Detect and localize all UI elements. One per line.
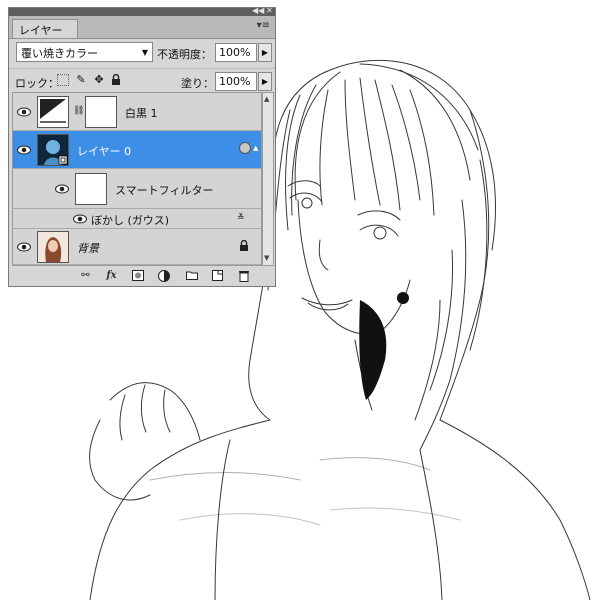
lock-transparency-icon[interactable] xyxy=(57,74,69,86)
layers-scrollbar[interactable]: ▲ ▼ xyxy=(262,92,274,266)
folder-icon[interactable] xyxy=(185,270,198,282)
collapse-icon[interactable]: ◀◀ xyxy=(252,6,264,16)
trash-icon[interactable] xyxy=(237,270,250,282)
layers-list: ⛓ 白黒 1 レイヤー 0 ▲ スマートフィルター ぼかし (ガウス) ≚ 背景 xyxy=(12,92,262,266)
layers-panel: ◀◀ ✕ レイヤー ▾≡ 覆い焼きカラー ▼ 不透明度： 100% ▶ ロック：… xyxy=(8,6,276,287)
opacity-input[interactable]: 100% xyxy=(215,43,257,62)
layers-toolbar: ⚯ fx xyxy=(9,266,275,286)
lock-all-icon[interactable] xyxy=(110,73,122,86)
filter-row-gaussian-blur[interactable]: ぼかし (ガウス) ≚ xyxy=(13,209,261,229)
filter-name: ぼかし (ガウス) xyxy=(91,214,170,227)
scroll-down-icon[interactable]: ▼ xyxy=(264,254,269,262)
scroll-up-icon[interactable]: ▲ xyxy=(264,95,269,103)
fill-slider-button[interactable]: ▶ xyxy=(258,72,272,91)
blend-row: 覆い焼きカラー ▼ 不透明度： 100% ▶ xyxy=(9,39,275,67)
layer-name: レイヤー 0 xyxy=(77,145,132,158)
tab-layers[interactable]: レイヤー xyxy=(12,19,78,38)
smart-filter-badge-icon[interactable] xyxy=(239,142,251,154)
lock-label: ロック： xyxy=(15,77,59,90)
fill-input[interactable]: 100% xyxy=(215,72,257,91)
mask-thumbnail[interactable] xyxy=(85,96,117,128)
eye-icon[interactable] xyxy=(55,184,69,194)
eye-icon[interactable] xyxy=(17,242,31,252)
lock-icon xyxy=(239,239,249,254)
panel-menu-icon[interactable]: ▾≡ xyxy=(257,20,270,31)
chain-link-icon[interactable]: ⛓ xyxy=(73,106,84,116)
smart-filters-row[interactable]: スマートフィルター xyxy=(13,169,261,209)
smart-object-thumbnail xyxy=(37,134,69,166)
blend-mode-select[interactable]: 覆い焼きカラー ▼ xyxy=(16,42,153,62)
adjustment-icon[interactable] xyxy=(157,270,170,282)
lock-pixels-icon[interactable]: ✎ xyxy=(75,74,87,86)
blending-options-icon[interactable]: ≚ xyxy=(237,213,245,223)
background-thumbnail xyxy=(37,231,69,263)
fill-label: 塗り： xyxy=(181,77,214,90)
opacity-value: 100% xyxy=(219,46,251,59)
opacity-label: 不透明度： xyxy=(157,48,212,61)
eye-icon[interactable] xyxy=(17,145,31,155)
layer-name: スマートフィルター xyxy=(115,184,214,197)
layer-name: 背景 xyxy=(77,242,99,255)
collapse-triangle-icon[interactable]: ▲ xyxy=(253,144,258,152)
adjustment-thumbnail xyxy=(37,96,69,128)
layer-row-layer0[interactable]: レイヤー 0 ▲ xyxy=(13,131,261,169)
mask-icon[interactable] xyxy=(131,270,144,282)
fx-icon[interactable]: fx xyxy=(105,270,118,282)
lock-row: ロック： ✎ ✥ 塗り： 100% ▶ xyxy=(9,68,275,93)
opacity-slider-button[interactable]: ▶ xyxy=(258,43,272,62)
new-layer-icon[interactable] xyxy=(211,270,224,282)
layer-row-bw-adjustment[interactable]: ⛓ 白黒 1 xyxy=(13,93,261,131)
chevron-down-icon: ▼ xyxy=(141,48,148,57)
layer-name: 白黒 1 xyxy=(125,107,158,120)
lock-position-icon[interactable]: ✥ xyxy=(93,74,105,86)
blend-mode-value: 覆い焼きカラー xyxy=(21,47,98,60)
layer-row-background[interactable]: 背景 xyxy=(13,229,261,265)
filter-mask-thumbnail[interactable] xyxy=(75,173,107,205)
panel-titlebar[interactable]: ◀◀ ✕ xyxy=(9,6,275,16)
close-icon[interactable]: ✕ xyxy=(266,6,273,16)
panel-tab-row: レイヤー ▾≡ xyxy=(9,16,275,39)
tab-layers-label: レイヤー xyxy=(19,24,63,37)
eye-icon[interactable] xyxy=(17,107,31,117)
link-icon[interactable]: ⚯ xyxy=(79,270,92,282)
eye-icon[interactable] xyxy=(73,214,87,224)
fill-value: 100% xyxy=(219,75,251,88)
